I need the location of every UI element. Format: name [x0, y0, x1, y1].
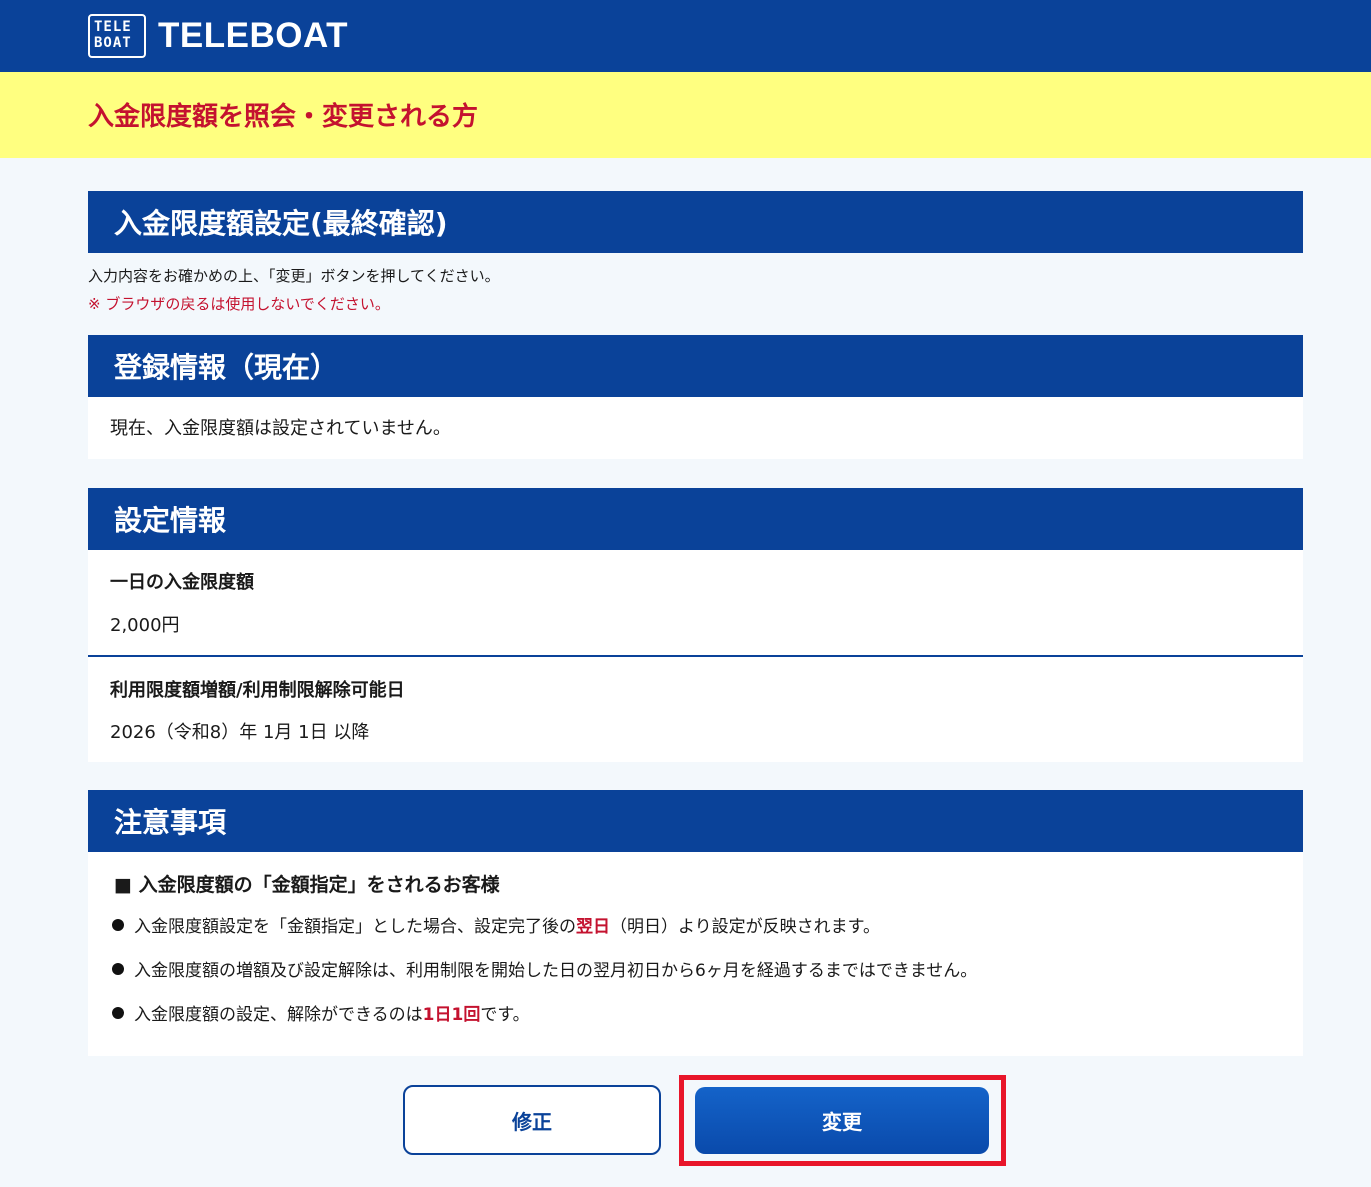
note-item: 入金限度額設定を「金額指定」とした場合、設定完了後の翌日（明日）より設定が反映さ… — [112, 912, 880, 937]
page-title: 入金限度額を照会・変更される方 — [88, 102, 479, 132]
bullet-icon — [112, 963, 124, 975]
notes-panel: ■ 入金限度額の「金額指定」をされるお客様 入金限度額設定を「金額指定」とした場… — [88, 852, 1303, 1056]
bullet-icon — [112, 1007, 124, 1019]
site-header: TELE BOAT TELEBOAT — [0, 0, 1371, 72]
change-button-highlight — [679, 1075, 1006, 1166]
notes-subheading: ■ 入金限度額の「金額指定」をされるお客様 — [114, 874, 500, 896]
release-date-value: 2026（令和8）年 1月 1日 以降 — [110, 722, 370, 743]
current-info-title: 登録情報（現在） — [88, 335, 1303, 397]
logo-text: TELEBOAT — [158, 16, 349, 55]
instruction-text: 入力内容をお確かめの上、「変更」ボタンを押してください。 — [88, 267, 500, 285]
note-text: です。 — [480, 1005, 530, 1025]
note-text: 入金限度額の設定、解除ができるのは — [134, 1005, 423, 1025]
confirm-section-title: 入金限度額設定(最終確認) — [88, 191, 1303, 253]
back-button-warning: ※ ブラウザの戻るは使用しないでください。 — [88, 295, 390, 313]
daily-limit-value: 2,000円 — [110, 615, 180, 636]
logo-mark-line2: BOAT — [94, 35, 132, 51]
note-text: （明日）より設定が反映されます。 — [610, 917, 880, 937]
note-text: 入金限度額設定を「金額指定」とした場合、設定完了後の — [134, 917, 576, 937]
teleboat-logo[interactable]: TELE BOAT TELEBOAT — [88, 14, 348, 58]
bullet-icon — [112, 919, 124, 931]
note-item: 入金限度額の設定、解除ができるのは1日1回です。 — [112, 1000, 530, 1025]
page-banner: 入金限度額を照会・変更される方 — [0, 72, 1371, 158]
note-item: 入金限度額の増額及び設定解除は、利用制限を開始した日の翌月初日から6ヶ月を経過す… — [112, 956, 977, 981]
confirm-instructions: 入力内容をお確かめの上、「変更」ボタンを押してください。 ※ ブラウザの戻るは使… — [88, 262, 500, 318]
note-emphasis: 1日1回 — [422, 1005, 481, 1025]
logo-mark-line1: TELE — [94, 19, 132, 35]
notes-title: 注意事項 — [88, 790, 1303, 852]
fix-button[interactable]: 修正 — [403, 1085, 661, 1155]
current-info-panel: 現在、入金限度額は設定されていません。 — [88, 397, 1303, 459]
settings-title: 設定情報 — [88, 488, 1303, 550]
release-date-label: 利用限度額増額/利用制限解除可能日 — [110, 680, 405, 701]
note-text: 入金限度額の増額及び設定解除は、利用制限を開始した日の翌月初日から6ヶ月を経過す… — [134, 961, 978, 981]
daily-limit-label: 一日の入金限度額 — [110, 572, 254, 593]
current-info-text: 現在、入金限度額は設定されていません。 — [110, 418, 451, 439]
settings-panel: 一日の入金限度額 2,000円 利用限度額増額/利用制限解除可能日 2026（令… — [88, 550, 1303, 762]
settings-divider — [88, 655, 1303, 657]
note-emphasis: 翌日 — [576, 917, 610, 937]
logo-mark: TELE BOAT — [88, 14, 146, 58]
